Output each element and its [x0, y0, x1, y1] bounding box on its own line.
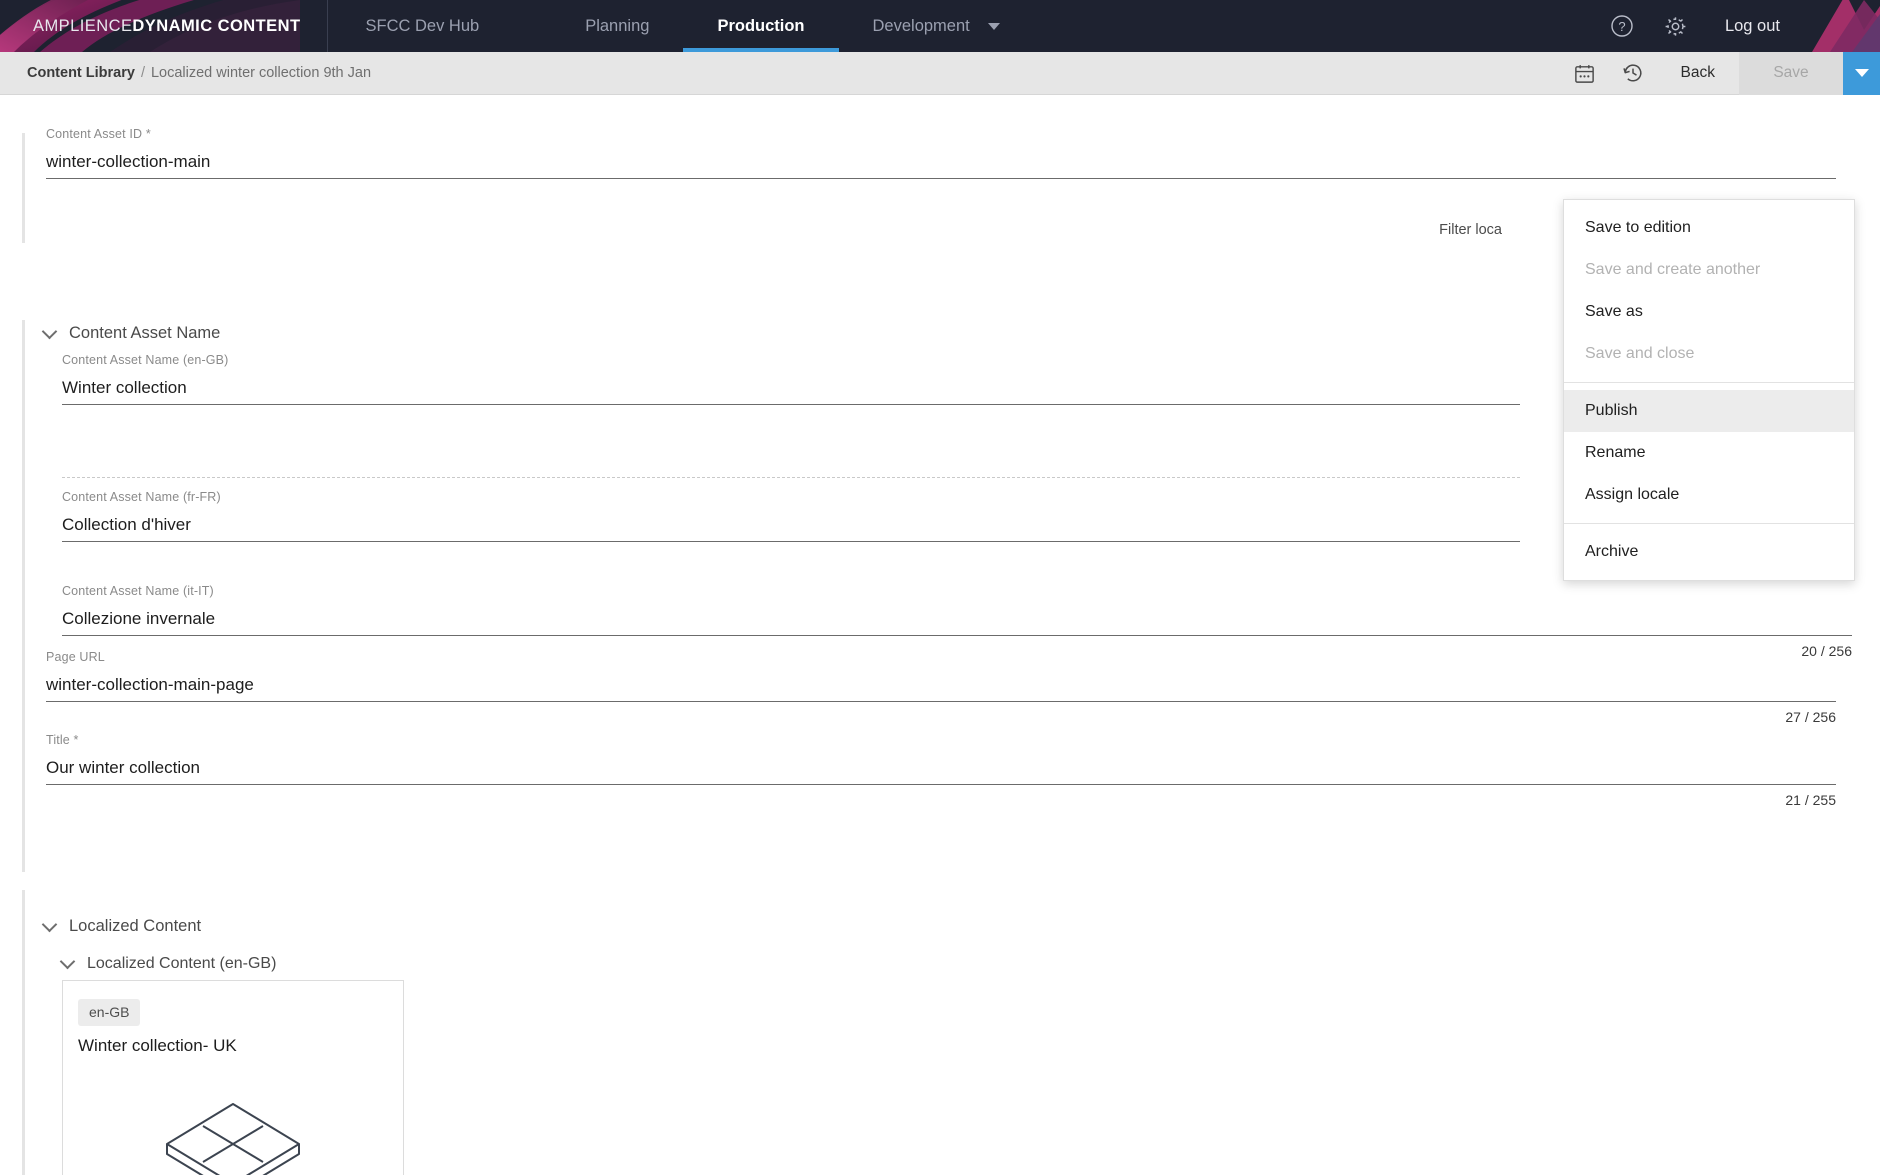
content-asset-name-fr-fr-input[interactable]: Collection d'hiver — [62, 515, 1520, 542]
menu-item-save-and-create-another: Save and create another — [1564, 249, 1854, 291]
nav-item-label: SFCC Dev Hub — [365, 16, 480, 35]
breadcrumb-root-link[interactable]: Content Library — [27, 65, 135, 81]
menu-divider — [1564, 382, 1854, 383]
localized-content-en-gb-subsection-header[interactable]: Localized Content (en-GB) — [59, 953, 277, 973]
svg-text:?: ? — [1618, 19, 1625, 34]
menu-item-label: Rename — [1585, 444, 1646, 461]
field-label: Content Asset Name (it-IT) — [62, 584, 214, 598]
brand-name-light: AMPLIENCE — [33, 16, 133, 35]
nav-right-actions: ? Log out — [1595, 0, 1880, 52]
save-options-menu: Save to edition Save and create another … — [1563, 199, 1855, 581]
section-title: Content Asset Name — [69, 324, 221, 342]
locale-chip: en-GB — [78, 999, 141, 1026]
toolbar-actions: Back Save — [1561, 51, 1880, 95]
logout-button[interactable]: Log out — [1703, 17, 1794, 36]
schedule-button[interactable] — [1561, 52, 1609, 95]
content-slab-placeholder-icon — [166, 1103, 300, 1175]
content-asset-id-input[interactable]: winter-collection-main — [46, 152, 1836, 179]
section-title: Localized Content — [69, 917, 202, 935]
help-circle-icon: ? — [1611, 15, 1633, 37]
version-history-button[interactable] — [1609, 52, 1657, 95]
settings-button[interactable] — [1649, 0, 1703, 52]
field-label: Content Asset Name (fr-FR) — [62, 490, 221, 504]
localized-content-card[interactable]: en-GB Winter collection- UK — [62, 980, 404, 1175]
field-label: Content Asset Name (en-GB) — [62, 353, 229, 367]
menu-item-label: Publish — [1585, 402, 1638, 419]
localized-content-section-header[interactable]: Localized Content — [41, 916, 202, 936]
field-content-asset-name-fr-fr: Content Asset Name (fr-FR) Collection d'… — [62, 490, 1520, 542]
field-content-asset-name-en-gb: Content Asset Name (en-GB) Winter collec… — [62, 353, 1520, 405]
nav-item-production[interactable]: Production — [683, 0, 839, 52]
menu-item-publish[interactable]: Publish — [1564, 390, 1854, 432]
menu-item-assign-locale[interactable]: Assign locale — [1564, 474, 1854, 516]
section-accent-bar — [22, 890, 25, 1175]
field-content-asset-name-it-it: Content Asset Name (it-IT) Collezione in… — [62, 584, 1852, 659]
character-counter: 27 / 256 — [1785, 709, 1836, 725]
content-asset-name-en-gb-input[interactable]: Winter collection — [62, 378, 1520, 405]
menu-item-save-as[interactable]: Save as — [1564, 291, 1854, 333]
breadcrumb-separator: / — [140, 65, 145, 81]
back-button[interactable]: Back — [1657, 52, 1739, 95]
content-asset-name-it-it-input[interactable]: Collezione invernale — [62, 609, 1852, 636]
help-button[interactable]: ? — [1595, 0, 1649, 52]
breadcrumb-current-item: Localized winter collection 9th Jan — [150, 65, 372, 81]
menu-item-label: Save to edition — [1585, 219, 1691, 236]
field-accent-bar — [22, 133, 25, 243]
content-form: Filter loca Content Asset ID * winter-co… — [0, 95, 1880, 1175]
page-url-label: Page URL — [46, 650, 105, 664]
nav-item-label: Production — [717, 16, 805, 35]
menu-item-label: Assign locale — [1585, 486, 1680, 503]
nav-item-label: Development — [872, 16, 970, 35]
chevron-down-icon — [59, 953, 76, 970]
nav-item-planning[interactable]: Planning — [551, 0, 683, 52]
content-asset-id-label: Content Asset ID * — [46, 127, 151, 141]
character-counter: 21 / 255 — [1785, 792, 1836, 808]
field-accent-bar — [22, 587, 25, 727]
calendar-icon — [1575, 64, 1594, 83]
menu-item-rename[interactable]: Rename — [1564, 432, 1854, 474]
subsection-title: Localized Content (en-GB) — [87, 955, 277, 972]
brand-name-bold: DYNAMIC CONTENT — [132, 16, 301, 35]
chevron-down-icon — [41, 323, 58, 339]
filter-locales-label[interactable]: Filter loca — [1439, 222, 1502, 238]
history-clock-icon — [1622, 64, 1642, 82]
nav-item-label: Planning — [585, 16, 650, 35]
localized-content-name: Winter collection- UK — [78, 1036, 237, 1055]
content-asset-name-section-header[interactable]: Content Asset Name — [41, 323, 221, 343]
chevron-down-icon — [41, 916, 58, 932]
section-accent-bar — [22, 320, 25, 605]
top-navigation-bar: AMPLIENCE DYNAMIC CONTENT SFCC Dev Hub P… — [0, 0, 1880, 52]
field-accent-bar — [22, 727, 25, 872]
menu-item-save-and-close: Save and close — [1564, 333, 1854, 375]
save-options-dropdown-button[interactable] — [1843, 51, 1880, 95]
primary-nav-items: SFCC Dev Hub Planning Production Develop… — [328, 0, 1034, 52]
locale-field-separator — [62, 477, 1520, 478]
menu-item-label: Save as — [1585, 303, 1643, 320]
menu-divider — [1564, 523, 1854, 524]
brand-logo[interactable]: AMPLIENCE DYNAMIC CONTENT — [0, 0, 328, 52]
title-input[interactable]: Our winter collection — [46, 758, 1836, 785]
breadcrumb-toolbar: Content Library / Localized winter colle… — [0, 51, 1880, 95]
menu-item-archive[interactable]: Archive — [1564, 531, 1854, 573]
page-url-input[interactable]: winter-collection-main-page — [46, 675, 1836, 702]
menu-item-label: Save and close — [1585, 345, 1695, 362]
nav-item-sfcc-dev-hub[interactable]: SFCC Dev Hub — [328, 0, 552, 52]
gear-icon — [1666, 16, 1686, 36]
card-placeholder-art — [63, 1092, 403, 1175]
title-label: Title * — [46, 733, 79, 747]
menu-item-label: Save and create another — [1585, 261, 1761, 278]
menu-item-save-to-edition[interactable]: Save to edition — [1564, 207, 1854, 249]
save-button: Save — [1739, 51, 1843, 95]
chevron-down-icon — [1854, 69, 1869, 77]
chevron-down-icon — [987, 22, 1000, 30]
menu-item-label: Archive — [1585, 543, 1639, 560]
nav-item-development[interactable]: Development — [839, 0, 1034, 52]
